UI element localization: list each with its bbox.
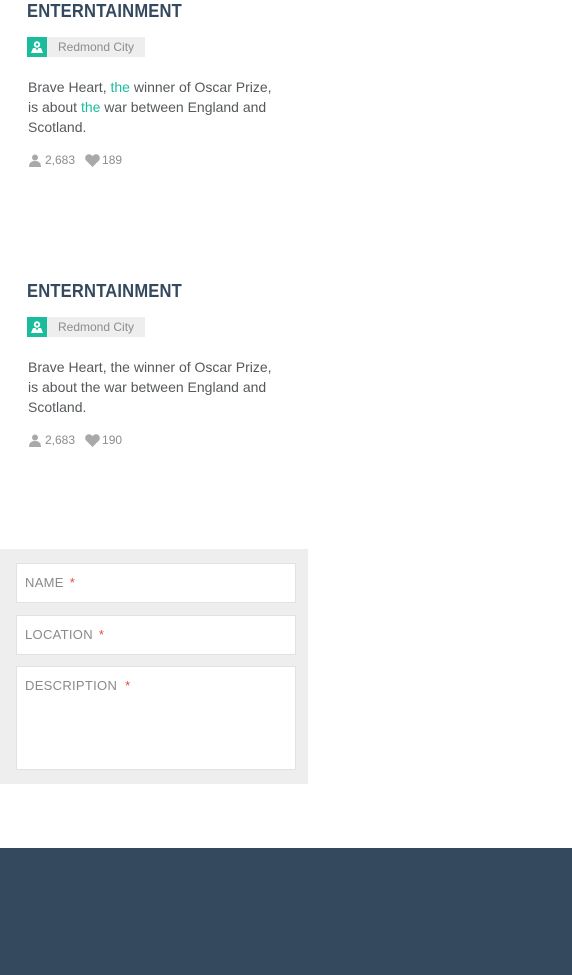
location-field[interactable]: LOCATION * (16, 615, 296, 655)
description-field[interactable]: DESCRIPTION * (16, 666, 296, 770)
card-description: Brave Heart, the winner of Oscar Prize, … (28, 77, 273, 137)
required-mark: * (98, 627, 105, 642)
desc-highlight[interactable]: the (110, 79, 129, 95)
card-stats: 2,683 189 (29, 152, 122, 168)
event-form: NAME * LOCATION * DESCRIPTION * (0, 549, 308, 784)
site-footer (0, 848, 572, 975)
description-field-label: DESCRIPTION * (25, 678, 131, 693)
heart-icon[interactable] (85, 153, 100, 167)
card-title[interactable]: ENTERNTAINMENT (27, 1, 182, 22)
map-pin-icon (27, 37, 47, 57)
views-count: 2,683 (45, 153, 76, 167)
map-pin-icon (27, 317, 47, 337)
likes-stat[interactable]: 190 (85, 433, 122, 447)
name-field[interactable]: NAME * (16, 563, 296, 603)
location-label: Redmond City (58, 320, 135, 334)
location-tag: Redmond City (27, 317, 145, 337)
page: ENTERNTAINMENT Redmond City Brave Heart,… (0, 0, 572, 975)
card-stats: 2,683 190 (29, 432, 122, 448)
name-field-label: NAME * (25, 575, 76, 590)
heart-icon[interactable] (85, 433, 100, 447)
location-tag: Redmond City (27, 37, 145, 57)
likes-count: 189 (102, 153, 123, 167)
event-card[interactable]: ENTERNTAINMENT Redmond City Brave Heart,… (0, 280, 300, 480)
views-stat: 2,683 (29, 153, 75, 167)
card-title[interactable]: ENTERNTAINMENT (27, 281, 182, 302)
event-card[interactable]: ENTERNTAINMENT Redmond City Brave Heart,… (0, 0, 300, 200)
views-count: 2,683 (45, 433, 76, 447)
likes-count: 190 (102, 433, 123, 447)
likes-stat[interactable]: 189 (85, 153, 122, 167)
desc-highlight[interactable]: the (81, 99, 100, 115)
desc-text: Brave Heart, (28, 79, 111, 95)
location-label: Redmond City (58, 40, 135, 54)
card-description: Brave Heart, the winner of Oscar Prize, … (28, 359, 272, 415)
user-icon (29, 434, 41, 447)
location-field-label: LOCATION * (25, 627, 105, 642)
required-mark: * (125, 678, 131, 693)
views-stat: 2,683 (29, 433, 75, 447)
required-mark: * (69, 575, 76, 590)
user-icon (29, 154, 41, 167)
